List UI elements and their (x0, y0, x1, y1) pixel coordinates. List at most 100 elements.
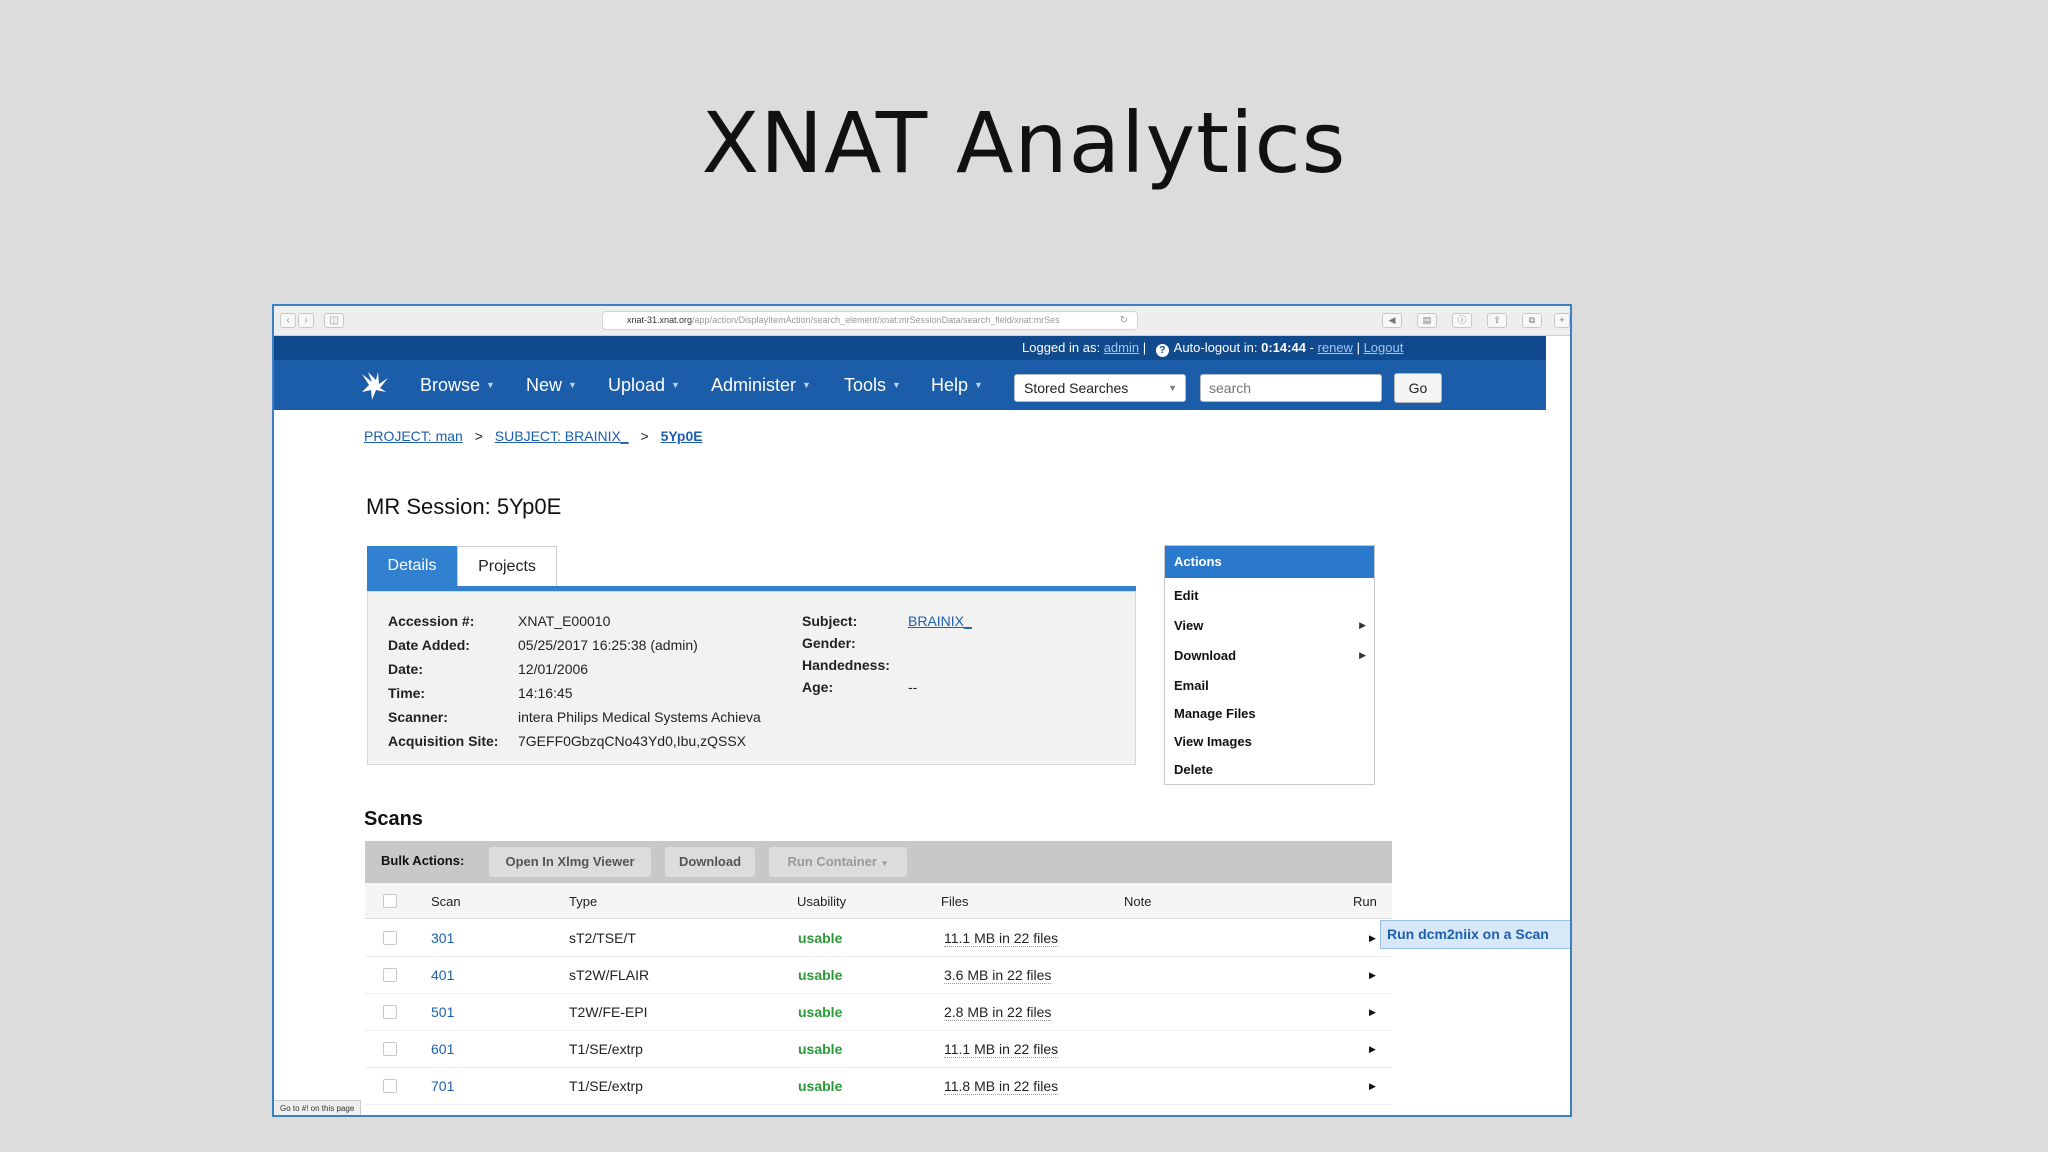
reload-icon[interactable]: ↻ (1116, 314, 1132, 329)
scan-type: T1/SE/extrp (569, 1078, 643, 1094)
scan-link[interactable]: 701 (431, 1078, 454, 1094)
action-view-images[interactable]: View Images (1174, 734, 1252, 749)
run-arrow-icon[interactable]: ▶ (1369, 933, 1376, 944)
download-button[interactable]: Download (665, 847, 755, 877)
field-subject: Subject: (802, 613, 857, 629)
menu-tools-label: Tools (844, 375, 887, 395)
open-viewer-button[interactable]: Open In Xlmg Viewer (489, 847, 651, 877)
scan-files[interactable]: 3.6 MB in 22 files (944, 967, 1052, 984)
scan-usability: usable (798, 967, 843, 983)
table-row: 601 T1/SE/extrp usable 11.1 MB in 22 fil… (365, 1031, 1392, 1068)
field-value: XNAT_E00010 (518, 613, 611, 629)
breadcrumb-subject-link[interactable]: SUBJECT: BRAINIX_ (495, 428, 629, 444)
info-icon[interactable]: ⓘ (1452, 313, 1472, 328)
tabs-icon[interactable]: ⧉ (1522, 313, 1542, 328)
scan-files[interactable]: 11.8 MB in 22 files (944, 1078, 1059, 1095)
chevron-down-icon: ▼ (974, 380, 983, 390)
run-command-menu-item[interactable]: Run dcm2niix on a Scan (1380, 920, 1570, 949)
scan-usability: usable (798, 1078, 843, 1094)
row-checkbox[interactable] (383, 1005, 397, 1019)
back-icon[interactable]: ‹ (280, 313, 296, 328)
scan-files[interactable]: 2.8 MB in 22 files (944, 1004, 1052, 1021)
menu-upload[interactable]: Upload ▼ (608, 375, 680, 396)
col-files[interactable]: Files (941, 894, 968, 909)
scan-files[interactable]: 11.1 MB in 22 files (944, 930, 1059, 947)
run-arrow-icon[interactable]: ▶ (1369, 1007, 1376, 1018)
table-row: 401 sT2W/FLAIR usable 3.6 MB in 22 files… (365, 957, 1392, 994)
bulk-actions-bar: Bulk Actions: Open In Xlmg Viewer Downlo… (365, 841, 1392, 883)
subject-link[interactable]: BRAINIX_ (908, 613, 972, 629)
username-link[interactable]: admin (1104, 340, 1139, 355)
col-scan[interactable]: Scan (431, 894, 461, 909)
field-age: Age: (802, 679, 833, 695)
table-row: 501 T2W/FE-EPI usable 2.8 MB in 22 files… (365, 994, 1392, 1031)
breadcrumb-separator: > (640, 428, 649, 444)
new-tab-icon[interactable]: + (1554, 313, 1570, 328)
tab-details[interactable]: Details (367, 546, 457, 588)
stored-searches-select[interactable]: Stored Searches ▼ (1014, 374, 1186, 402)
action-edit[interactable]: Edit (1174, 588, 1199, 603)
scan-link[interactable]: 501 (431, 1004, 454, 1020)
menu-new[interactable]: New ▼ (526, 375, 577, 396)
scan-files[interactable]: 11.1 MB in 22 files (944, 1041, 1059, 1058)
run-container-button[interactable]: Run Container ▼ (769, 847, 907, 877)
audio-icon[interactable]: ◀ (1382, 313, 1402, 328)
menu-administer[interactable]: Administer ▼ (711, 375, 811, 396)
menu-tools[interactable]: Tools ▼ (844, 375, 901, 396)
url-host: xnat-31.xnat.org (627, 315, 693, 325)
field-acquisition-site: Acquisition Site: (388, 733, 498, 749)
help-icon[interactable]: ? (1155, 344, 1169, 357)
menu-help-label: Help (931, 375, 969, 395)
action-manage-files[interactable]: Manage Files (1174, 706, 1256, 721)
action-view[interactable]: View (1174, 618, 1203, 633)
chevron-down-icon: ▼ (568, 380, 577, 390)
row-checkbox[interactable] (383, 1079, 397, 1093)
xnat-logo-icon[interactable] (358, 370, 392, 402)
logout-link[interactable]: Logout (1364, 340, 1404, 355)
url-path: /app/action/DisplayItemAction/search_ele… (692, 315, 1060, 325)
details-panel: Accession #: XNAT_E00010 Date Added: 05/… (367, 591, 1136, 765)
address-bar[interactable]: xnat-31.xnat.org/app/action/DisplayItemA… (602, 311, 1138, 330)
col-note[interactable]: Note (1124, 894, 1151, 909)
scan-link[interactable]: 301 (431, 930, 454, 946)
col-type[interactable]: Type (569, 894, 597, 909)
share-icon[interactable]: ⇧ (1487, 313, 1507, 328)
browser-window: ‹ › ◫ xnat-31.xnat.org/app/action/Displa… (272, 304, 1572, 1117)
table-row: 301 sT2/TSE/T usable 11.1 MB in 22 files… (365, 920, 1392, 957)
subject-link-wrap: BRAINIX_ (908, 613, 972, 629)
go-button[interactable]: Go (1394, 373, 1442, 403)
reader-icon[interactable]: ▤ (1417, 313, 1437, 328)
menu-browse-label: Browse (420, 375, 481, 395)
breadcrumb-project-link[interactable]: PROJECT: man (364, 428, 463, 444)
dash: - (1309, 340, 1318, 355)
chevron-down-icon: ▼ (671, 380, 680, 390)
row-checkbox[interactable] (383, 931, 397, 945)
run-arrow-icon[interactable]: ▶ (1369, 1081, 1376, 1092)
menu-browse[interactable]: Browse ▼ (420, 375, 495, 396)
slide-title: XNAT Analytics (701, 94, 1347, 192)
action-download[interactable]: Download (1174, 648, 1236, 663)
col-usability[interactable]: Usability (797, 894, 846, 909)
run-arrow-icon[interactable]: ▶ (1369, 1044, 1376, 1055)
sidebar-icon[interactable]: ◫ (324, 313, 344, 328)
row-checkbox[interactable] (383, 968, 397, 982)
action-email[interactable]: Email (1174, 678, 1209, 693)
search-input[interactable] (1200, 374, 1382, 402)
scan-link[interactable]: 601 (431, 1041, 454, 1057)
row-checkbox[interactable] (383, 1042, 397, 1056)
menu-help[interactable]: Help ▼ (931, 375, 983, 396)
scan-usability: usable (798, 930, 843, 946)
field-accession: Accession #: (388, 613, 474, 629)
forward-icon[interactable]: › (298, 313, 314, 328)
action-delete[interactable]: Delete (1174, 762, 1213, 777)
tab-projects[interactable]: Projects (457, 546, 557, 588)
field-label: Date Added: (388, 637, 470, 653)
field-label: Gender: (802, 635, 856, 651)
select-all-checkbox[interactable] (383, 894, 397, 908)
user-bar: Logged in as: admin | ? Auto-logout in: … (274, 336, 1546, 360)
renew-link[interactable]: renew (1318, 340, 1353, 355)
breadcrumb-current-link[interactable]: 5Yp0E (661, 428, 703, 444)
chevron-right-icon: ▶ (1359, 620, 1366, 630)
scan-link[interactable]: 401 (431, 967, 454, 983)
run-arrow-icon[interactable]: ▶ (1369, 970, 1376, 981)
